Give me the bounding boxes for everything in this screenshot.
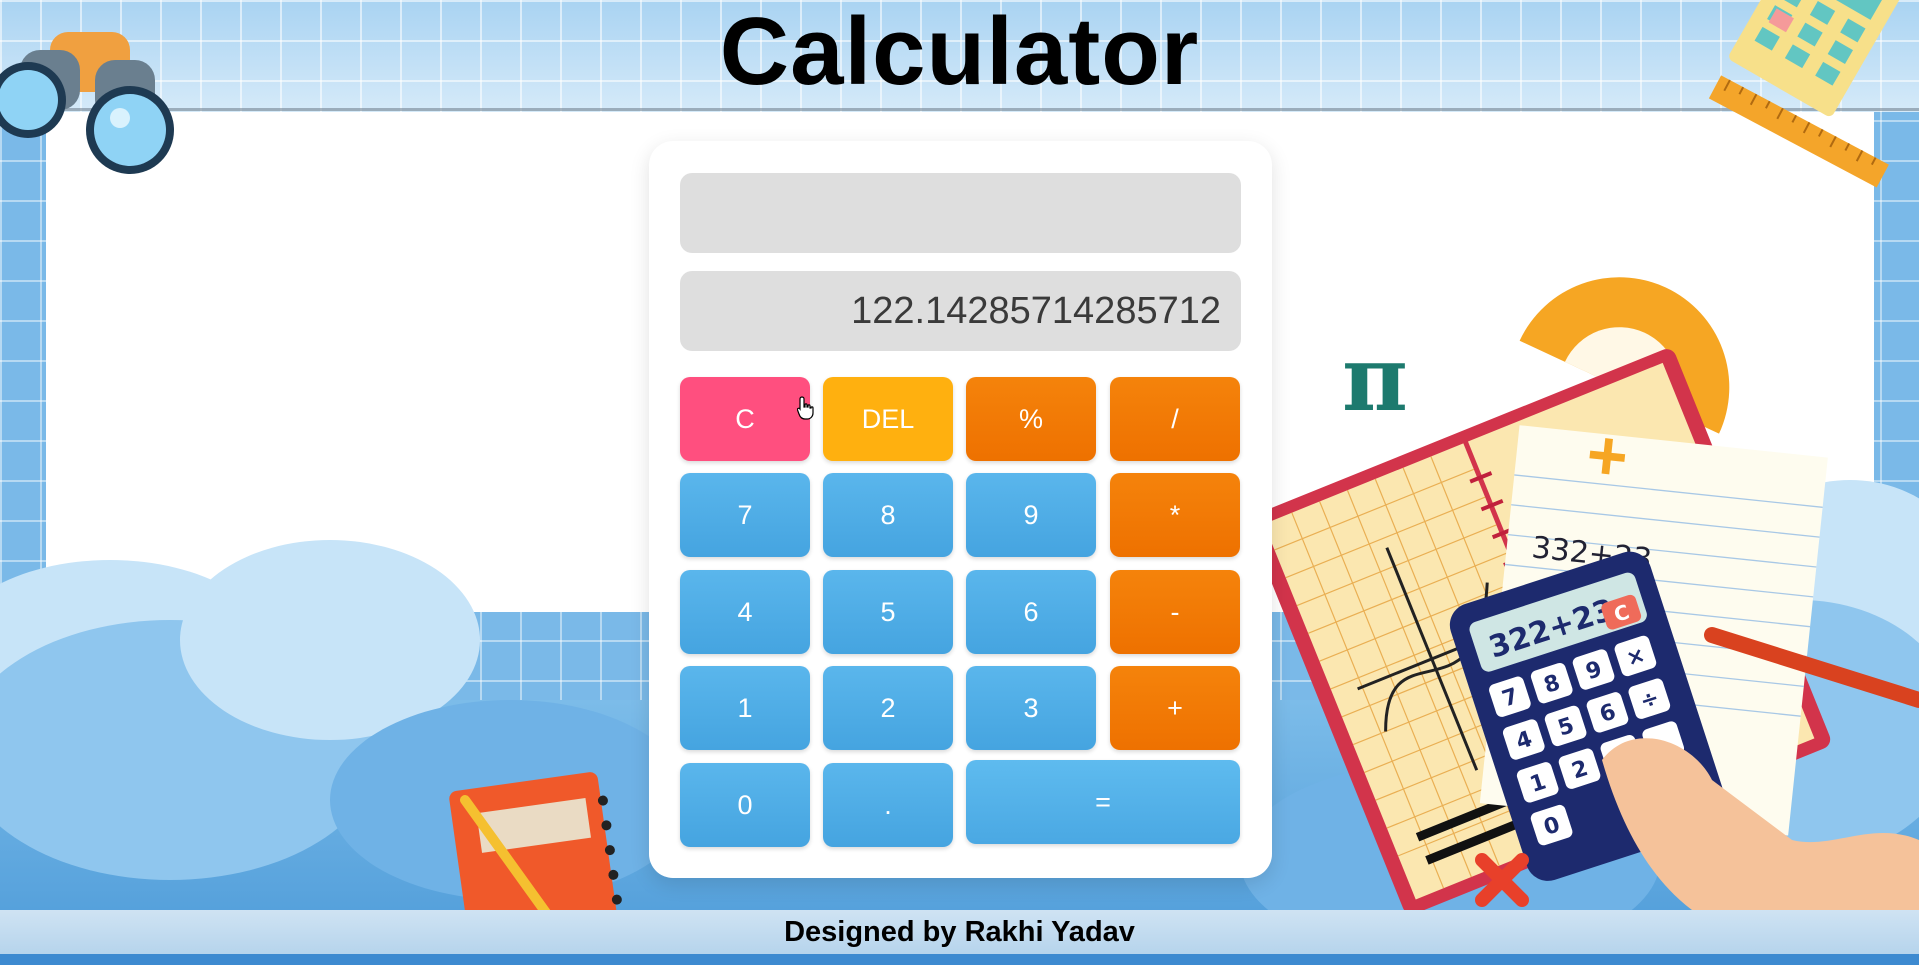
digit-2-button[interactable]: 2 — [823, 666, 953, 750]
digit-5-button[interactable]: 5 — [823, 570, 953, 654]
equals-button[interactable]: = — [966, 760, 1240, 844]
current-operand-display: 122.14285714285712 — [680, 271, 1241, 351]
delete-button[interactable]: DEL — [823, 377, 953, 461]
plus-icon: + — [1583, 415, 1632, 497]
math-illustration: π + 332+23 322+23 7 8 9 × 4 5 6 ÷ 1 2 0 … — [1272, 277, 1919, 910]
footer-bar — [0, 954, 1919, 965]
subtract-button[interactable]: - — [1110, 570, 1240, 654]
percent-button[interactable]: % — [966, 377, 1096, 461]
add-button[interactable]: + — [1110, 666, 1240, 750]
top-divider — [0, 108, 1919, 111]
previous-operand-display — [680, 173, 1241, 253]
digit-1-button[interactable]: 1 — [680, 666, 810, 750]
footer-credit: Designed by Rakhi Yadav — [0, 910, 1919, 954]
divide-button[interactable]: / — [1110, 377, 1240, 461]
digit-8-button[interactable]: 8 — [823, 473, 953, 557]
pi-icon: π — [1342, 326, 1408, 432]
multiply-button[interactable]: * — [1110, 473, 1240, 557]
digit-7-button[interactable]: 7 — [680, 473, 810, 557]
digit-9-button[interactable]: 9 — [966, 473, 1096, 557]
digit-3-button[interactable]: 3 — [966, 666, 1096, 750]
digit-0-button[interactable]: 0 — [680, 763, 810, 847]
decimal-button[interactable]: . — [823, 763, 953, 847]
pointer-cursor-icon — [797, 396, 814, 420]
digit-4-button[interactable]: 4 — [680, 570, 810, 654]
digit-6-button[interactable]: 6 — [966, 570, 1096, 654]
page-title: Calculator — [719, 0, 1200, 105]
calculator-card: 122.14285714285712 C DEL % / 7 8 9 * 4 5… — [649, 141, 1272, 878]
clear-button[interactable]: C — [680, 377, 810, 461]
